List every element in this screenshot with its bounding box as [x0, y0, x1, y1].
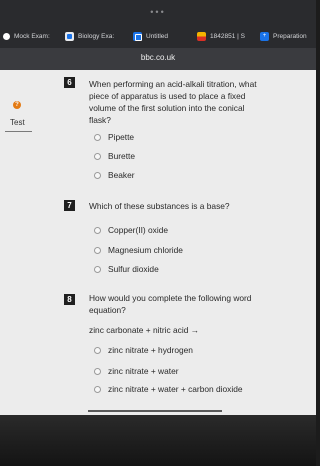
screen: ••• Mock Exam: Biology Exa: Untitled 184… — [0, 0, 316, 466]
section-divider — [88, 410, 222, 412]
tab-label: Preparation — [273, 32, 307, 40]
option-label: Beaker — [108, 170, 135, 180]
option-label: Burette — [108, 151, 136, 161]
option-label: Magnesium chloride — [108, 245, 183, 255]
tab-label: Biology Exa: — [78, 32, 115, 40]
answer-option[interactable]: Pipette — [94, 132, 134, 143]
radio-button[interactable] — [94, 347, 101, 354]
question-number-badge: 6 — [64, 77, 75, 88]
question-text: Which of these substances is a base? — [89, 201, 230, 211]
option-label: zinc nitrate + water + carbon dioxide — [108, 384, 243, 394]
radio-button[interactable] — [94, 247, 101, 254]
option-label: Copper(II) oxide — [108, 225, 169, 235]
answer-option[interactable]: zinc nitrate + water — [94, 366, 179, 377]
radio-button[interactable] — [94, 153, 101, 160]
grid-icon — [197, 31, 206, 41]
help-icon[interactable]: ? — [13, 101, 21, 109]
radio-button[interactable] — [94, 134, 101, 141]
word-equation: zinc carbonate + nitric acid → — [89, 325, 200, 335]
question-text: When performing an acid-alkali titration… — [89, 79, 257, 125]
tab-untitled[interactable]: Untitled — [133, 28, 185, 44]
question-number-badge: 7 — [64, 200, 75, 211]
active-tab-underline — [5, 131, 32, 132]
radio-button[interactable] — [94, 368, 101, 375]
tab-label: Mock Exam: — [14, 32, 50, 40]
google-g-icon — [65, 31, 74, 41]
option-label: Sulfur dioxide — [108, 264, 159, 274]
radio-button[interactable] — [94, 386, 101, 393]
tab-mock-exam[interactable]: Mock Exam: — [3, 28, 55, 44]
tab-strip: ••• Mock Exam: Biology Exa: Untitled 184… — [0, 0, 316, 48]
question-number-badge: 8 — [64, 294, 75, 305]
tab-overflow-dots[interactable]: ••• — [0, 8, 316, 17]
radio-button[interactable] — [94, 172, 101, 179]
quiz-page: ? Test 6 When performing an acid-alkali … — [0, 70, 316, 415]
answer-option[interactable]: zinc nitrate + hydrogen — [94, 345, 193, 356]
docs-icon — [133, 31, 142, 41]
radio-button[interactable] — [94, 227, 101, 234]
tab-1842851[interactable]: 1842851 | S — [197, 28, 255, 44]
question-text: How would you complete the following wor… — [89, 293, 252, 315]
answer-option[interactable]: zinc nitrate + water + carbon dioxide — [94, 384, 243, 395]
plus-icon: + — [260, 31, 269, 41]
option-label: zinc nitrate + water — [108, 366, 179, 376]
answer-option[interactable]: Burette — [94, 151, 135, 162]
sidebar: ? Test — [0, 70, 45, 415]
tab-preparation[interactable]: + Preparation — [260, 28, 314, 44]
tab-label: 1842851 | S — [210, 32, 245, 40]
option-label: Pipette — [108, 132, 135, 142]
dot-icon — [3, 32, 10, 40]
url-text[interactable]: bbc.co.uk — [0, 53, 316, 62]
address-bar[interactable]: bbc.co.uk — [0, 48, 316, 70]
tab-label: Untitled — [146, 32, 169, 40]
answer-option[interactable]: Copper(II) oxide — [94, 225, 168, 236]
answer-option[interactable]: Magnesium chloride — [94, 245, 183, 256]
sidebar-item-test[interactable]: Test — [10, 118, 25, 127]
answer-option[interactable]: Sulfur dioxide — [94, 264, 159, 275]
tab-biology-exam[interactable]: Biology Exa: — [65, 28, 123, 44]
bottom-bezel — [0, 415, 316, 466]
radio-button[interactable] — [94, 266, 101, 273]
answer-option[interactable]: Beaker — [94, 170, 135, 181]
option-label: zinc nitrate + hydrogen — [108, 345, 193, 355]
